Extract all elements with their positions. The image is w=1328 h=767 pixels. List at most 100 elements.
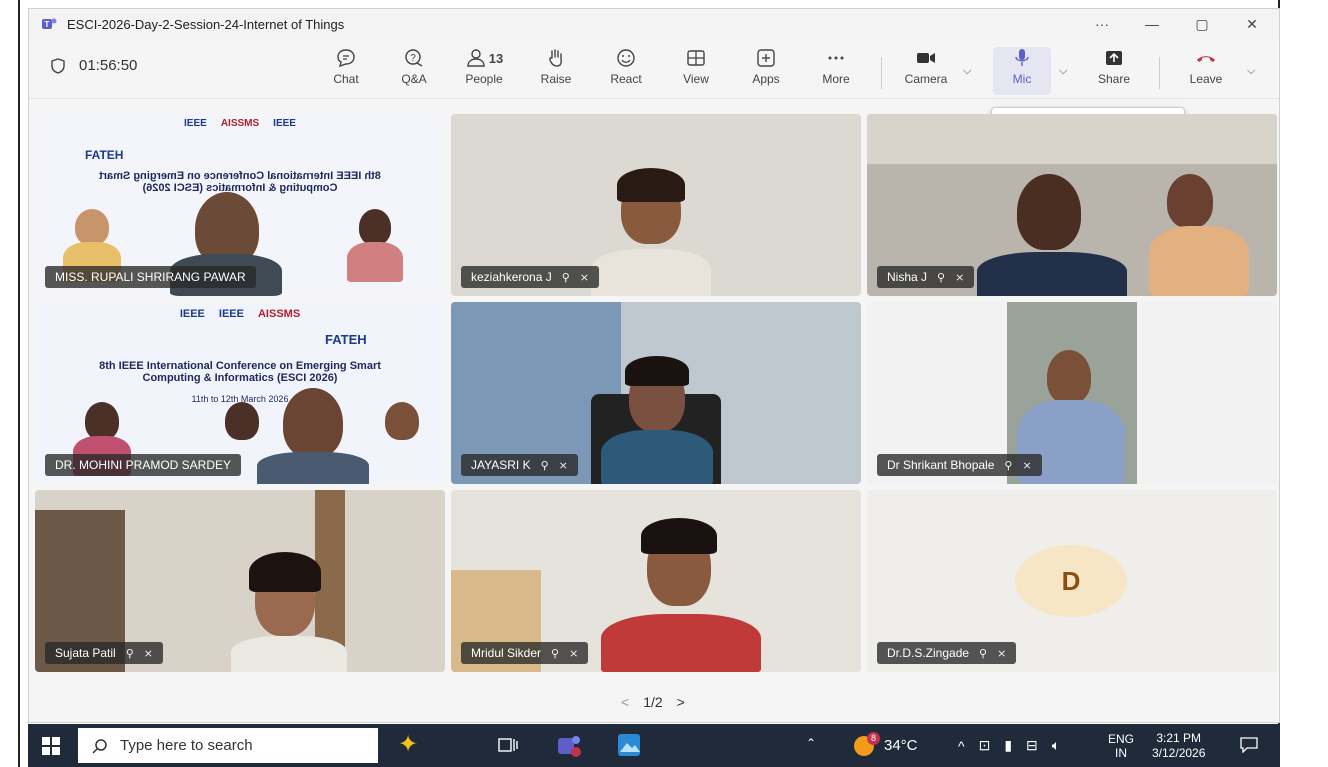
pin-icon: ⚲ bbox=[551, 647, 560, 660]
task-view-icon[interactable] bbox=[498, 736, 518, 754]
temperature: 34°C bbox=[884, 737, 918, 754]
raise-label: Raise bbox=[540, 72, 572, 86]
more-label: More bbox=[822, 72, 850, 86]
ellipsis-icon bbox=[828, 56, 844, 60]
leave-label: Leave bbox=[1189, 72, 1223, 86]
page-indicator: 1/2 bbox=[643, 694, 663, 710]
tray-chevron-icon[interactable]: ^ bbox=[958, 738, 965, 754]
participant-name-tag: Sujata Patil ⚲ ⨯ bbox=[45, 642, 163, 664]
maximize-button[interactable]: ▢ bbox=[1179, 9, 1225, 39]
share-button[interactable]: Share bbox=[1085, 47, 1143, 95]
mic-options-chevron-icon[interactable]: ⌵ bbox=[1059, 65, 1067, 78]
system-tray: ^ ⊡ ▮ ⊟ 🔈︎ bbox=[958, 724, 1060, 767]
participant-video bbox=[601, 430, 713, 484]
mic-muted-icon: ⨯ bbox=[955, 271, 965, 284]
participant-name: Nisha J bbox=[887, 270, 928, 284]
ieee-logo: IEEE bbox=[184, 118, 207, 129]
slide-photo bbox=[385, 402, 419, 440]
hand-icon bbox=[549, 49, 562, 67]
close-button[interactable]: ✕ bbox=[1229, 9, 1275, 39]
camera-label: Camera bbox=[904, 72, 948, 86]
chat-icon bbox=[337, 49, 355, 68]
notifications-icon[interactable] bbox=[1240, 737, 1258, 753]
slide-photo bbox=[75, 209, 109, 245]
mic-muted-icon: ⨯ bbox=[1022, 459, 1032, 472]
participant-name-tag: DR. MOHINI PRAMOD SARDEY bbox=[45, 454, 242, 476]
svg-text:?: ? bbox=[410, 53, 416, 64]
teams-taskbar-icon[interactable] bbox=[556, 732, 582, 758]
participant-tile[interactable]: Mridul Sikder ⚲ ⨯ bbox=[451, 490, 861, 672]
chat-label: Chat bbox=[333, 72, 359, 86]
slide-photo bbox=[359, 209, 391, 245]
volume-icon[interactable]: 🔈︎ bbox=[1052, 737, 1060, 754]
react-button[interactable]: React bbox=[597, 47, 655, 95]
pin-icon: ⚲ bbox=[125, 647, 134, 660]
raise-hand-button[interactable]: Raise bbox=[527, 47, 585, 95]
participant-name: Sujata Patil bbox=[55, 646, 116, 660]
participant-video bbox=[625, 356, 689, 386]
fateh-logo: FATEH bbox=[85, 148, 124, 162]
camera-button[interactable]: Camera bbox=[897, 47, 955, 95]
mic-muted-icon: ⨯ bbox=[579, 271, 589, 284]
camera-options-chevron-icon[interactable]: ⌵ bbox=[963, 65, 971, 78]
meeting-toolbar: 01:56:50 Chat ? Q&A 13 People Raise Reac… bbox=[29, 39, 1279, 99]
weather-widget[interactable]: 8 34°C bbox=[854, 724, 918, 767]
clock[interactable]: 3:21 PM 3/12/2026 bbox=[1152, 724, 1205, 767]
mic-muted-icon: ⨯ bbox=[569, 647, 579, 660]
pin-icon: ⚲ bbox=[979, 647, 988, 660]
sparkle-icon: ✦ bbox=[398, 731, 419, 758]
svg-text:T: T bbox=[45, 20, 50, 29]
ieee-logo: IEEE bbox=[218, 308, 244, 320]
participant-tile[interactable]: IEEE AISSMS IEEE FATEH 8th IEEE Internat… bbox=[35, 114, 445, 296]
participant-video bbox=[249, 552, 321, 592]
people-button[interactable]: 13 People bbox=[455, 47, 513, 95]
participant-tile[interactable]: Sujata Patil ⚲ ⨯ bbox=[35, 490, 445, 672]
network-icon[interactable]: ⊟ bbox=[1026, 737, 1038, 754]
participant-name: Dr.D.S.Zingade bbox=[887, 646, 970, 660]
microphone-tray-icon[interactable]: ▮ bbox=[1004, 737, 1012, 754]
ieee-logo: IEEE bbox=[179, 308, 205, 320]
page-navigator: < 1/2 > bbox=[621, 694, 685, 710]
chat-button[interactable]: Chat bbox=[317, 47, 375, 95]
taskbar-search-box[interactable]: Type here to search bbox=[78, 728, 378, 763]
qa-button[interactable]: ? Q&A bbox=[385, 47, 443, 95]
participant-name-tag: Dr Shrikant Bhopale ⚲ ⨯ bbox=[877, 454, 1042, 476]
title-bar: T ESCI-2026-Day-2-Session-24-Internet of… bbox=[29, 9, 1279, 39]
participant-tile[interactable]: Dr Shrikant Bhopale ⚲ ⨯ bbox=[867, 302, 1277, 484]
presenter-video bbox=[257, 452, 369, 484]
show-hidden-icons-chevron[interactable]: ⌃ bbox=[806, 736, 816, 750]
participant-name: DR. MOHINI PRAMOD SARDEY bbox=[55, 458, 232, 472]
photos-icon[interactable] bbox=[616, 732, 642, 758]
participant-video bbox=[231, 636, 347, 672]
view-button[interactable]: View bbox=[667, 47, 725, 95]
participant-name-tag: JAYASRI K ⚲ ⨯ bbox=[461, 454, 578, 476]
grid-view-icon bbox=[687, 50, 705, 66]
minimize-button[interactable]: — bbox=[1129, 9, 1175, 39]
timer-value: 01:56:50 bbox=[79, 57, 138, 74]
participant-video bbox=[617, 168, 685, 202]
participant-name-tag: Mridul Sikder ⚲ ⨯ bbox=[461, 642, 589, 664]
participant-tile[interactable]: D Dr.D.S.Zingade ⚲ ⨯ bbox=[867, 490, 1277, 672]
windows-start-icon[interactable] bbox=[42, 737, 60, 755]
participant-avatar: D bbox=[1015, 545, 1127, 617]
mic-button[interactable]: Mic bbox=[993, 47, 1051, 95]
participant-tile[interactable]: JAYASRI K ⚲ ⨯ bbox=[451, 302, 861, 484]
slide-conference-title: 8th IEEE International Conference on Eme… bbox=[99, 170, 381, 194]
language-indicator[interactable]: ENG IN bbox=[1108, 724, 1134, 767]
leave-options-chevron-icon[interactable]: ⌵ bbox=[1247, 65, 1255, 78]
next-page-button[interactable]: > bbox=[677, 694, 685, 710]
participant-video bbox=[641, 518, 717, 554]
participant-tile[interactable]: IEEE IEEE AISSMS FATEH 8th IEEE Internat… bbox=[35, 302, 445, 484]
participant-tile[interactable]: Nisha J ⚲ ⨯ bbox=[867, 114, 1277, 296]
more-button[interactable]: More bbox=[807, 47, 865, 95]
meet-now-icon[interactable]: ⊡ bbox=[979, 737, 991, 754]
apps-button[interactable]: Apps bbox=[737, 47, 795, 95]
participant-tile[interactable]: keziahkerona J ⚲ ⨯ bbox=[451, 114, 861, 296]
presenter-video bbox=[283, 388, 343, 458]
share-label: Share bbox=[1097, 72, 1131, 86]
language: ENG bbox=[1108, 731, 1135, 746]
prev-page-button[interactable]: < bbox=[621, 694, 629, 710]
leave-button[interactable]: Leave bbox=[1177, 47, 1235, 95]
clock-date: 3/12/2026 bbox=[1152, 745, 1206, 760]
more-options-button[interactable]: ··· bbox=[1079, 9, 1125, 39]
